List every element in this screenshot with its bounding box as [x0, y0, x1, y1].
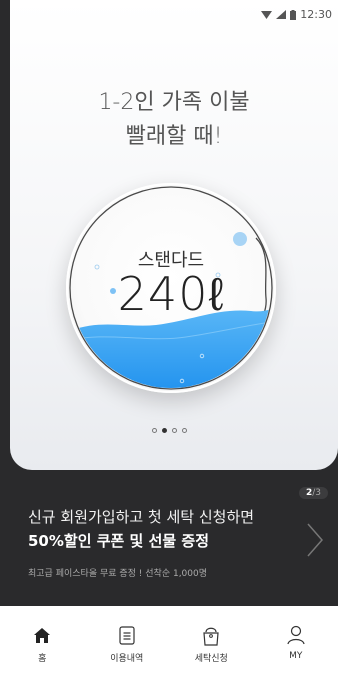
tab-my[interactable]: MY [254, 606, 338, 676]
signal-icon [276, 10, 287, 19]
pager-dot[interactable] [151, 428, 157, 433]
wifi-icon [261, 11, 273, 19]
hero-headline-line1: 1-2인 가족 이불 [98, 90, 250, 115]
hero-headline-line2: 빨래할 때! [125, 124, 223, 149]
home-icon [34, 627, 51, 643]
tab-history[interactable]: 이용내역 [85, 606, 170, 676]
tab-label: 홈 [38, 654, 47, 664]
promo-title: 신규 회원가입하고 첫 세탁 신청하면 [28, 508, 255, 526]
tab-label: 세탁신청 [194, 654, 228, 664]
app-screen: 12:30 1-2인 가족 이불 빨래할 때! 스탠다드 240ℓ 2/3 신규… [0, 0, 338, 676]
promo-highlight: 50%할인 쿠폰 및 선물 증정 [28, 532, 209, 550]
hero-pager[interactable] [0, 428, 338, 433]
tab-home[interactable]: 홈 [0, 606, 85, 676]
battery-icon [290, 9, 297, 20]
laundry-bag-icon [203, 627, 219, 646]
promo-counter-total: /3 [312, 488, 321, 498]
pager-dot[interactable] [181, 428, 187, 433]
bottom-tab-bar: 홈 이용내역 세탁신청 MY [0, 606, 338, 676]
promo-subtext: 최고급 페이스타올 무료 증정 ! 선착순 1,000명 [28, 569, 208, 579]
list-icon [119, 625, 135, 645]
tab-label: MY [289, 651, 303, 661]
promo-counter: 2/3 [298, 487, 328, 499]
status-time: 12:30 [300, 8, 332, 21]
capacity-dial[interactable]: 스탠다드 240ℓ [66, 183, 276, 393]
chevron-right-icon[interactable] [306, 522, 324, 558]
status-bar: 12:30 [0, 0, 338, 30]
capacity-value: 240ℓ [117, 267, 225, 321]
bubble-large [233, 232, 247, 246]
promo-banner[interactable]: 2/3 신규 회원가입하고 첫 세탁 신청하면 50%할인 쿠폰 및 선물 증정… [0, 470, 338, 610]
tab-label: 이용내역 [110, 654, 144, 664]
tab-laundry-request[interactable]: 세탁신청 [169, 606, 254, 676]
user-icon [287, 625, 305, 645]
pager-dot[interactable] [171, 428, 177, 433]
pager-dot-active[interactable] [161, 428, 167, 433]
